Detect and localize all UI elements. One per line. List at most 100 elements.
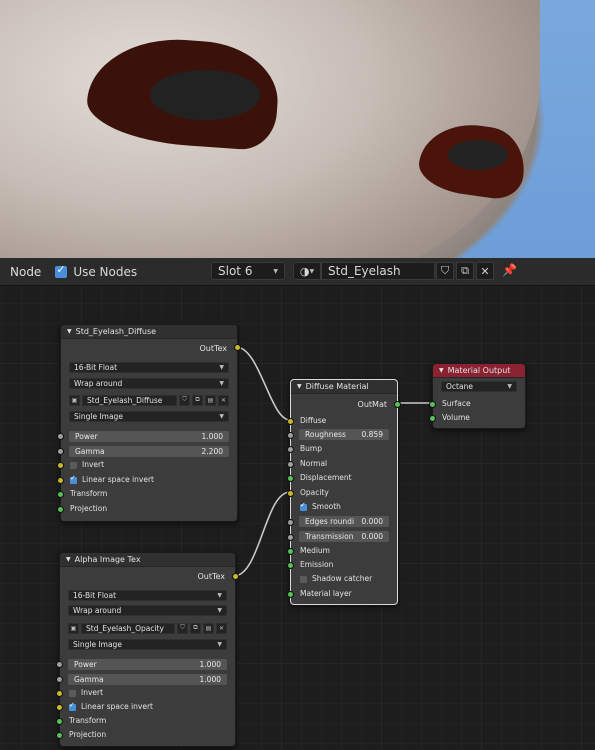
projection-socket[interactable]	[56, 732, 63, 739]
shadow-catcher-checkbox[interactable]	[300, 575, 307, 583]
image-name[interactable]: Std_Eyelash_Diffuse	[82, 394, 177, 406]
use-nodes-checkbox[interactable]	[55, 263, 68, 278]
editor-label[interactable]: Node	[10, 265, 41, 279]
unlink-close-icon[interactable]: ✕	[476, 262, 494, 280]
edges-rounding-field[interactable]: Edges roundi 0.000	[299, 516, 389, 527]
image-selector[interactable]: ▣ Std_Eyelash_Diffuse ⛉ ⧉ ▤ ✕	[69, 394, 229, 406]
bump-socket[interactable]	[287, 446, 294, 453]
transform-socket[interactable]	[56, 718, 63, 725]
linear-checkbox[interactable]	[70, 474, 77, 484]
slot-dropdown[interactable]: Slot 6 ▼	[211, 262, 285, 280]
normal-socket[interactable]	[287, 461, 294, 468]
invert-option[interactable]: Invert	[70, 460, 104, 469]
invert-option[interactable]: Invert	[69, 688, 103, 697]
power-field[interactable]: Power 1.000	[69, 431, 229, 442]
smooth-option[interactable]: Smooth	[300, 501, 341, 511]
linear-option[interactable]: Linear space invert	[69, 701, 153, 711]
slot-label: Slot 6	[218, 264, 253, 278]
source-dropdown[interactable]: Single Image ▼	[68, 639, 227, 650]
duplicate-material-icon[interactable]: ⧉	[456, 262, 474, 280]
gamma-field[interactable]: Gamma 2.200	[69, 446, 229, 457]
collapse-triangle-icon[interactable]: ▼	[66, 556, 71, 563]
image-icon[interactable]: ▣	[68, 622, 79, 634]
outmat-socket[interactable]	[394, 401, 401, 408]
edges-socket[interactable]	[287, 519, 294, 526]
opacity-socket[interactable]	[287, 490, 294, 497]
collapse-triangle-icon[interactable]: ▼	[297, 383, 302, 390]
image-selector[interactable]: ▣ Std_Eyelash_Opacity ⛉ ⧉ ▤ ✕	[68, 622, 227, 634]
power-value: 1.000	[199, 660, 221, 669]
invert-checkbox[interactable]	[70, 461, 77, 469]
shield-icon[interactable]: ⛉	[177, 622, 188, 634]
chevron-down-icon: ▼	[219, 413, 224, 420]
node-header[interactable]: ▼ Material Output	[433, 364, 525, 378]
gamma-socket[interactable]	[57, 448, 64, 455]
node-header[interactable]: ▼ Alpha Image Tex	[60, 553, 235, 567]
output-row: OutTex	[60, 569, 235, 583]
3d-viewport[interactable]	[0, 0, 595, 258]
bit-depth-dropdown[interactable]: 16-Bit Float ▼	[68, 590, 227, 601]
transmission-socket[interactable]	[287, 534, 294, 541]
source-dropdown[interactable]: Single Image ▼	[69, 411, 229, 422]
node-header[interactable]: ▼ Std_Eyelash_Diffuse	[61, 325, 237, 339]
smooth-checkbox[interactable]	[300, 501, 307, 511]
displacement-socket[interactable]	[287, 475, 294, 482]
image-name[interactable]: Std_Eyelash_Opacity	[81, 622, 175, 634]
bit-depth-dropdown[interactable]: 16-Bit Float ▼	[69, 362, 229, 373]
roughness-socket[interactable]	[287, 432, 294, 439]
material-layer-socket[interactable]	[287, 591, 294, 598]
transmission-value: 0.000	[361, 532, 383, 541]
image-icon[interactable]: ▣	[69, 394, 80, 406]
gamma-label: Gamma	[75, 447, 105, 456]
medium-socket[interactable]	[287, 548, 294, 555]
power-socket[interactable]	[57, 433, 64, 440]
diffuse-socket[interactable]	[287, 418, 294, 425]
close-icon[interactable]: ✕	[216, 622, 227, 634]
transmission-field[interactable]: Transmission 0.000	[299, 531, 389, 542]
invert-socket[interactable]	[57, 462, 64, 469]
wrap-dropdown[interactable]: Wrap around ▼	[68, 605, 227, 616]
close-icon[interactable]: ✕	[218, 394, 229, 406]
shield-icon[interactable]: ⛉	[179, 394, 190, 406]
duplicate-icon[interactable]: ⧉	[192, 394, 203, 406]
chevron-down-icon: ▼	[309, 267, 315, 275]
linear-option[interactable]: Linear space invert	[70, 474, 154, 484]
folder-icon[interactable]: ▤	[203, 622, 214, 634]
invert-socket[interactable]	[56, 690, 63, 697]
volume-socket[interactable]	[429, 415, 436, 422]
emission-socket[interactable]	[287, 562, 294, 569]
linear-socket[interactable]	[57, 477, 64, 484]
diffuse-material-node[interactable]: ▼ Diffuse Material OutMat Diffuse Roughne…	[287, 379, 401, 605]
image-texture-node-alpha[interactable]: ▼ Alpha Image Tex OutTex 16-Bit Float ▼ Wr…	[56, 552, 239, 747]
roughness-field[interactable]: Roughness 0.859	[299, 429, 389, 440]
renderer-dropdown[interactable]: Octane ▼	[441, 381, 517, 392]
surface-socket[interactable]	[429, 401, 436, 408]
material-name-field[interactable]: Std_Eyelash	[321, 262, 435, 280]
use-nodes-toggle[interactable]: Use Nodes	[55, 263, 137, 279]
image-texture-node-diffuse[interactable]: ▼ Std_Eyelash_Diffuse OutTex 16-Bit Float…	[57, 324, 241, 522]
outtex-socket[interactable]	[234, 344, 241, 351]
duplicate-icon[interactable]: ⧉	[190, 622, 201, 634]
fake-user-shield-icon[interactable]: ⛉	[436, 262, 454, 280]
chevron-down-icon: ▼	[219, 380, 224, 387]
invert-checkbox[interactable]	[69, 689, 76, 697]
linear-socket[interactable]	[56, 704, 63, 711]
shadow-catcher-option[interactable]: Shadow catcher	[300, 574, 372, 583]
projection-socket[interactable]	[57, 506, 64, 513]
power-value: 1.000	[201, 432, 223, 441]
transform-socket[interactable]	[57, 491, 64, 498]
wrap-dropdown[interactable]: Wrap around ▼	[69, 378, 229, 389]
material-browse-button[interactable]: ◑ ▼	[293, 262, 321, 280]
node-header[interactable]: ▼ Diffuse Material	[291, 380, 397, 394]
power-field[interactable]: Power 1.000	[68, 659, 227, 670]
collapse-triangle-icon[interactable]: ▼	[67, 328, 72, 335]
collapse-triangle-icon[interactable]: ▼	[439, 367, 444, 374]
outtex-socket[interactable]	[232, 573, 239, 580]
folder-icon[interactable]: ▤	[205, 394, 216, 406]
gamma-socket[interactable]	[56, 676, 63, 683]
material-output-node[interactable]: ▼ Material Output Octane ▼ Surface Volume	[429, 363, 526, 429]
pin-icon[interactable]: 📌	[502, 263, 517, 277]
linear-checkbox[interactable]	[69, 701, 76, 711]
gamma-field[interactable]: Gamma 1.000	[68, 674, 227, 685]
power-socket[interactable]	[56, 661, 63, 668]
